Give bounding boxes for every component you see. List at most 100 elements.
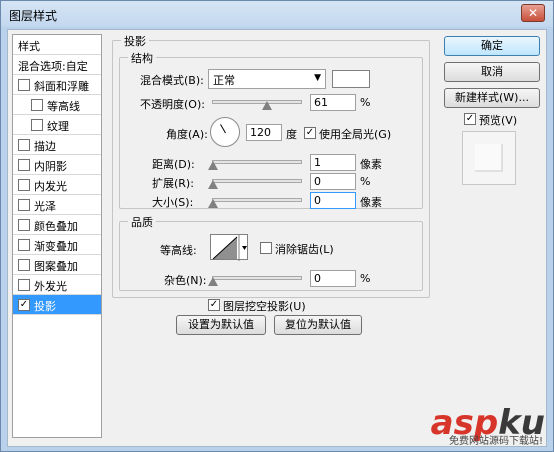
blend-options-label: 混合选项:自定: [18, 60, 88, 73]
drop-shadow-title: 投影: [121, 33, 149, 49]
sidebar-item-11[interactable]: 外发光: [13, 275, 101, 295]
anti-alias-label: 消除锯齿(L): [275, 243, 334, 256]
distance-unit: 像素: [360, 158, 382, 171]
preview-label: 预览(V): [479, 114, 518, 127]
sidebar-item-10[interactable]: 图案叠加: [13, 255, 101, 275]
sidebar-item-12[interactable]: 投影: [13, 295, 101, 315]
angle-label: 角度(A):: [166, 128, 208, 141]
new-style-button[interactable]: 新建样式(W)...: [444, 88, 540, 108]
spread-label: 扩展(R):: [152, 177, 194, 190]
angle-input[interactable]: 120: [246, 124, 282, 141]
sidebar-item-checkbox[interactable]: [18, 219, 30, 231]
sidebar-item-checkbox[interactable]: [18, 179, 30, 191]
layer-style-dialog: 图层样式 ✕ 样式 混合选项:自定 斜面和浮雕等高线纹理描边内阴影内发光光泽颜色…: [0, 0, 554, 452]
sidebar-item-7[interactable]: 光泽: [13, 195, 101, 215]
noise-input[interactable]: 0: [310, 270, 356, 287]
anti-alias-checkbox[interactable]: [260, 242, 272, 254]
ok-button[interactable]: 确定: [444, 36, 540, 56]
sidebar-item-label: 外发光: [34, 280, 67, 293]
title-bar[interactable]: 图层样式 ✕: [1, 1, 553, 27]
use-global-light-label: 使用全局光(G): [319, 128, 392, 141]
sidebar-item-checkbox[interactable]: [18, 199, 30, 211]
size-input[interactable]: 0: [310, 192, 356, 209]
sidebar-item-6[interactable]: 内发光: [13, 175, 101, 195]
blend-mode-value: 正常: [213, 74, 235, 87]
sidebar-item-8[interactable]: 颜色叠加: [13, 215, 101, 235]
knockout-checkbox[interactable]: [208, 299, 220, 311]
sidebar-item-checkbox[interactable]: [31, 119, 43, 131]
window-title: 图层样式: [9, 9, 58, 23]
knockout-label: 图层挖空投影(U): [223, 300, 306, 313]
contour-label: 等高线:: [160, 244, 197, 257]
noise-unit: %: [360, 272, 371, 285]
sidebar-item-label: 描边: [34, 140, 56, 153]
style-preview-swatch: [475, 144, 503, 172]
sidebar-item-checkbox[interactable]: [18, 159, 30, 171]
contour-picker[interactable]: [210, 234, 248, 261]
contour-curve-icon: [212, 235, 247, 261]
sidebar-item-label: 等高线: [47, 100, 80, 113]
blend-mode-select[interactable]: 正常 ▼: [208, 69, 326, 89]
opacity-slider-track[interactable]: [212, 100, 302, 104]
sidebar-item-checkbox[interactable]: [31, 99, 43, 111]
sidebar-item-5[interactable]: 内阴影: [13, 155, 101, 175]
opacity-label: 不透明度(O):: [140, 98, 205, 111]
sidebar-item-label: 颜色叠加: [34, 220, 78, 233]
sidebar-item-label: 投影: [34, 300, 56, 313]
sidebar-item-checkbox[interactable]: [18, 299, 30, 311]
spread-slider-thumb[interactable]: [208, 180, 218, 189]
blend-options-item[interactable]: 混合选项:自定: [13, 55, 101, 75]
quality-group: 品质 等高线: 消除锯齿(L) 杂色(N): 0 %: [119, 214, 423, 291]
sidebar-item-checkbox[interactable]: [18, 239, 30, 251]
sidebar-item-9[interactable]: 渐变叠加: [13, 235, 101, 255]
quality-title: 品质: [128, 214, 156, 230]
noise-label: 杂色(N):: [164, 274, 207, 287]
sidebar-item-checkbox[interactable]: [18, 279, 30, 291]
sidebar-item-3[interactable]: 纹理: [13, 115, 101, 135]
use-global-light-checkbox[interactable]: [304, 127, 316, 139]
sidebar-item-checkbox[interactable]: [18, 139, 30, 151]
sidebar-item-checkbox[interactable]: [18, 259, 30, 271]
angle-dial-needle: [220, 124, 226, 134]
dialog-body: 样式 混合选项:自定 斜面和浮雕等高线纹理描边内阴影内发光光泽颜色叠加渐变叠加图…: [7, 29, 547, 447]
sidebar-item-label: 渐变叠加: [34, 240, 78, 253]
distance-slider-track[interactable]: [212, 160, 302, 164]
shadow-color-swatch[interactable]: [332, 70, 370, 88]
size-slider-thumb[interactable]: [208, 199, 218, 208]
sidebar-item-label: 内阴影: [34, 160, 67, 173]
sidebar-item-1[interactable]: 斜面和浮雕: [13, 75, 101, 95]
cancel-button[interactable]: 取消: [444, 62, 540, 82]
styles-header[interactable]: 样式: [13, 35, 101, 55]
sidebar-item-label: 内发光: [34, 180, 67, 193]
structure-group: 结构 混合模式(B): 正常 ▼ 不透明度(O): 61 % 角度(A): 12…: [119, 50, 423, 209]
close-button[interactable]: ✕: [521, 4, 545, 22]
style-preview: [462, 131, 516, 185]
noise-slider-thumb[interactable]: [208, 277, 218, 286]
preview-checkbox[interactable]: [464, 113, 476, 125]
distance-slider-thumb[interactable]: [208, 161, 218, 170]
spread-input[interactable]: 0: [310, 173, 356, 190]
distance-input[interactable]: 1: [310, 154, 356, 171]
sidebar-item-label: 光泽: [34, 200, 56, 213]
sidebar-item-label: 斜面和浮雕: [34, 80, 89, 93]
structure-title: 结构: [128, 50, 156, 66]
sidebar-item-label: 纹理: [47, 120, 69, 133]
noise-slider-track[interactable]: [212, 276, 302, 280]
styles-header-label: 样式: [18, 40, 40, 53]
size-label: 大小(S):: [152, 196, 194, 209]
sidebar-item-2[interactable]: 等高线: [13, 95, 101, 115]
opacity-input[interactable]: 61: [310, 94, 356, 111]
set-default-button[interactable]: 设置为默认值: [176, 315, 266, 335]
chevron-down-icon: ▼: [314, 73, 321, 83]
size-slider-track[interactable]: [212, 198, 302, 202]
opacity-slider-thumb[interactable]: [261, 101, 272, 110]
size-unit: 像素: [360, 196, 382, 209]
angle-dial[interactable]: [210, 117, 240, 147]
sidebar-item-checkbox[interactable]: [18, 79, 30, 91]
distance-label: 距离(D):: [152, 158, 195, 171]
spread-slider-track[interactable]: [212, 179, 302, 183]
styles-list: 样式 混合选项:自定 斜面和浮雕等高线纹理描边内阴影内发光光泽颜色叠加渐变叠加图…: [12, 34, 102, 438]
blend-mode-label: 混合模式(B):: [140, 74, 204, 87]
sidebar-item-4[interactable]: 描边: [13, 135, 101, 155]
reset-default-button[interactable]: 复位为默认值: [274, 315, 362, 335]
